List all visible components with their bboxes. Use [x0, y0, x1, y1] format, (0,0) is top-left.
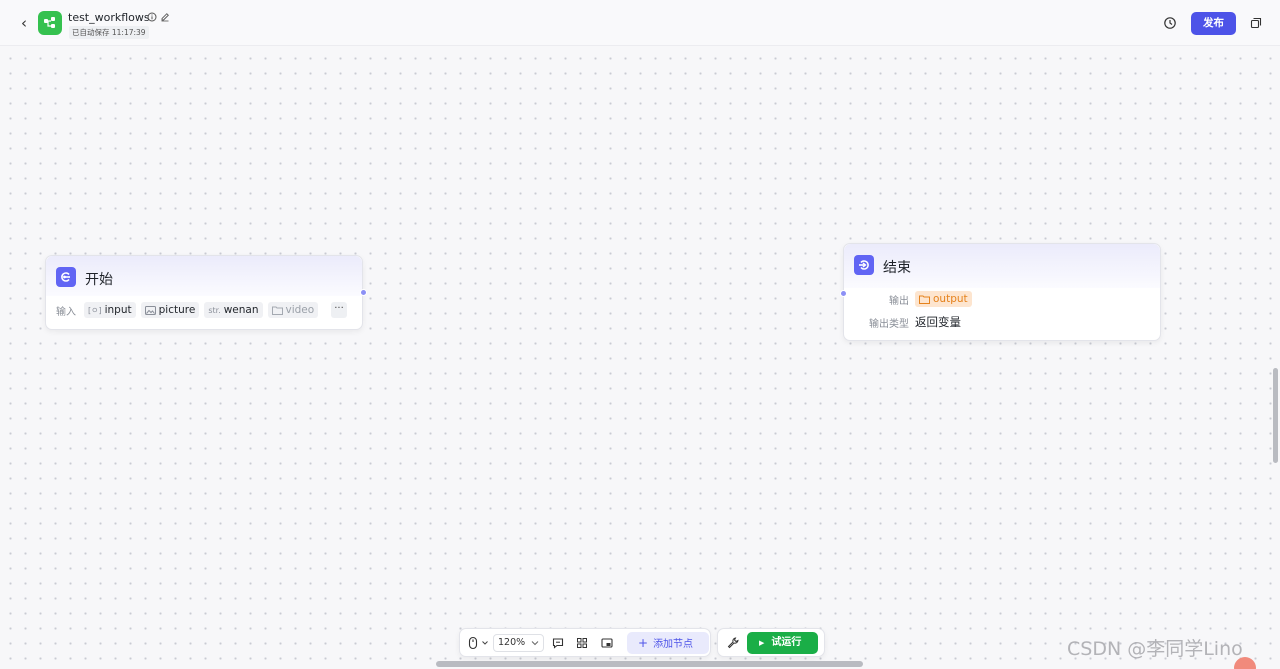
start-inputs-row: 输入 [ㅇ] input picture str. wenan video: [56, 302, 323, 318]
end-input-port[interactable]: [840, 290, 847, 297]
run-toolbar: ▶ 试运行: [717, 628, 825, 657]
start-node-header: 开始: [46, 256, 362, 296]
add-node-button[interactable]: + 添加节点: [627, 632, 709, 654]
auto-layout-icon[interactable]: [575, 636, 589, 650]
end-icon: [854, 255, 874, 275]
wenan-variable-name: wenan: [223, 304, 259, 316]
vertical-scrollbar[interactable]: [1273, 368, 1278, 463]
start-node-title: 开始: [85, 272, 113, 288]
output-variable-name: output: [933, 293, 968, 305]
video-variable-tag: video: [267, 302, 319, 318]
canvas-toolbar: 120% + 添加节点: [459, 628, 711, 657]
copy-icon[interactable]: [1249, 16, 1263, 30]
picture-variable-name: picture: [158, 304, 196, 316]
minimap-icon[interactable]: [600, 636, 614, 650]
end-output-row: 输出 output: [854, 291, 972, 307]
edit-icon[interactable]: [160, 12, 170, 22]
start-icon: [56, 267, 76, 287]
wrench-icon[interactable]: [726, 636, 740, 650]
folder-icon: [271, 306, 283, 315]
autosave-status: 已自动保存 11:17:39: [69, 26, 149, 39]
start-output-port[interactable]: [360, 289, 367, 296]
plus-icon: +: [638, 636, 649, 650]
history-icon[interactable]: [1163, 16, 1177, 30]
watermark: CSDN @李同学Lino: [1067, 638, 1243, 660]
back-button[interactable]: ‹: [16, 14, 32, 32]
comment-icon[interactable]: [551, 636, 565, 650]
output-type-label: 输出类型: [869, 318, 909, 330]
end-node-title: 结束: [883, 260, 911, 276]
input-variable-tag: [ㅇ] input: [84, 302, 136, 318]
workflow-logo-icon: [38, 11, 62, 35]
test-run-label: 试运行: [771, 637, 802, 648]
test-run-button[interactable]: ▶ 试运行: [747, 632, 818, 654]
horizontal-scrollbar[interactable]: [436, 661, 863, 667]
array-icon: [ㅇ]: [88, 305, 102, 315]
wenan-variable-tag: str. wenan: [204, 302, 263, 318]
assistant-avatar[interactable]: [1234, 657, 1256, 669]
picture-variable-tag: picture: [140, 302, 200, 318]
play-icon: ▶: [759, 639, 765, 647]
end-node-header: 结束: [844, 244, 1160, 288]
image-icon: [144, 305, 156, 315]
top-bar: ‹ test_workflows 已自动保存 11:17:39 发布: [0, 0, 1280, 46]
string-icon: str.: [208, 305, 221, 315]
inputs-label: 输入: [56, 306, 76, 318]
output-label: 输出: [889, 295, 909, 307]
add-node-label: 添加节点: [653, 639, 694, 650]
info-icon[interactable]: [147, 12, 157, 22]
end-output-type-row: 输出类型 返回变量: [854, 314, 961, 330]
chevron-down-icon[interactable]: [481, 639, 489, 647]
more-inputs-button[interactable]: ···: [331, 302, 347, 318]
input-variable-name: input: [104, 304, 132, 316]
zoom-select[interactable]: 120%: [493, 634, 544, 652]
start-node[interactable]: 开始 输入 [ㅇ] input picture str. wenan video…: [45, 255, 367, 330]
end-node[interactable]: 结束 输出 output 输出类型 返回变量: [840, 243, 1161, 341]
mouse-mode-icon[interactable]: [466, 636, 480, 650]
workflow-title: test_workflows: [68, 11, 150, 24]
output-variable-tag: output: [915, 291, 972, 307]
publish-button[interactable]: 发布: [1191, 12, 1236, 35]
chevron-down-icon: [531, 641, 539, 646]
zoom-value: 120%: [498, 637, 526, 648]
video-variable-name: video: [285, 304, 315, 316]
output-type-value: 返回变量: [915, 315, 961, 329]
folder-icon: [919, 295, 930, 304]
